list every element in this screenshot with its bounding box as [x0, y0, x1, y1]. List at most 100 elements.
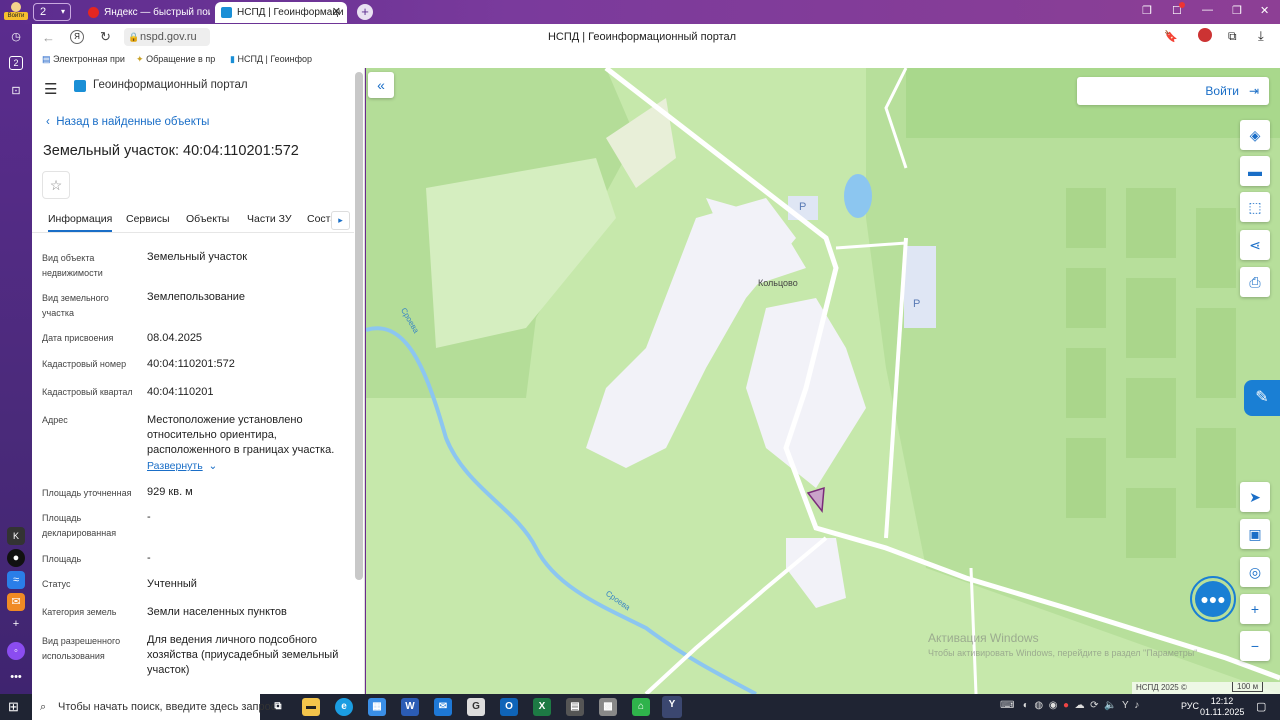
geolocation-button[interactable]: ◎ — [1240, 557, 1270, 587]
bookmark-item[interactable]: ▮ НСПД | Геоинфор — [230, 54, 316, 65]
task-view-icon[interactable]: ⧉ — [269, 698, 287, 716]
add-panel-icon[interactable]: + — [7, 615, 25, 633]
tab-services[interactable]: Сервисы — [126, 213, 170, 225]
value-object-type: Земельный участок — [147, 251, 248, 263]
mail-icon[interactable]: ✉ — [7, 593, 25, 611]
edge-icon[interactable]: e — [335, 698, 353, 716]
more-icon[interactable]: ••• — [7, 668, 25, 686]
favorite-button[interactable]: ☆ — [42, 171, 70, 199]
tray-volume-icon[interactable]: 🔈 — [1104, 700, 1116, 711]
bookmark-icon[interactable]: 🔖 — [1164, 30, 1178, 43]
back-link[interactable]: ‹ Назад в найденные объекты — [46, 116, 209, 128]
kinopoisk-icon[interactable]: K — [7, 527, 25, 545]
url-field[interactable]: 🔒 nspd.gov.ru — [124, 28, 210, 46]
panel-scrollbar[interactable] — [355, 72, 363, 580]
tray-globe-icon[interactable]: ◍ — [1034, 700, 1043, 711]
minimap-button[interactable]: ▣ — [1240, 519, 1270, 549]
tab-counter[interactable]: 2 ▾ — [33, 3, 71, 21]
tray-yandex-icon[interactable]: Y — [1122, 700, 1129, 711]
tabs-scroll-right[interactable]: ▸ — [331, 211, 350, 230]
app-icon[interactable]: G — [467, 698, 485, 716]
bookmark-item[interactable]: ▤ Электронная при — [42, 54, 130, 65]
panel-tabs: Информация Сервисы Объекты Части ЗУ Сост… — [32, 209, 354, 233]
tray-keyboard-icon[interactable]: ⌨ — [1000, 700, 1014, 711]
history-icon[interactable]: ◷ — [7, 28, 25, 46]
label-permitted-use: Вид разрешенного использования — [42, 636, 121, 661]
calculator-icon[interactable]: ▤ — [566, 698, 584, 716]
home-app-icon[interactable]: ⌂ — [632, 698, 650, 716]
reload-icon[interactable]: ↻ — [100, 29, 111, 45]
address-bar: ← Я ↻ 🔒 nspd.gov.ru НСПД | Геоинформацио… — [32, 24, 1280, 52]
tray-sync-icon[interactable]: ⟳ — [1090, 700, 1098, 711]
minimize-icon[interactable]: — — [1202, 4, 1213, 16]
mail-app-icon[interactable]: ✉ — [434, 698, 452, 716]
tray-speaker-icon[interactable]: ♪ — [1134, 700, 1139, 711]
tab-yandex[interactable]: Яндекс — быстрый поиск — [82, 2, 210, 23]
chat-button[interactable]: ●●● — [1190, 576, 1236, 622]
tray-app-icon[interactable]: ◐ — [1023, 700, 1029, 711]
feedback-button[interactable]: ✎ — [1244, 380, 1280, 416]
photo-icon[interactable]: ▩ — [599, 698, 617, 716]
close-window-icon[interactable]: ✕ — [1260, 4, 1269, 17]
print-button[interactable]: ⎙ — [1240, 267, 1270, 297]
tray-antivirus-icon[interactable]: ● — [1063, 700, 1069, 711]
tabs-count-icon[interactable]: 2 — [9, 56, 23, 70]
yandex-browser-icon[interactable]: Y — [662, 696, 682, 718]
bookmark-label: НСПД | Геоинфор — [237, 54, 313, 64]
profile-button[interactable]: Войти — [4, 2, 28, 22]
extension-icon[interactable] — [1198, 28, 1212, 42]
bookmark-label: Электронная при — [53, 54, 125, 64]
info-panel: ☰ Геоинформационный портал ‹ Назад в най… — [32, 68, 365, 694]
word-icon[interactable]: W — [401, 698, 419, 716]
new-tab-button[interactable]: + — [357, 4, 373, 20]
explorer-icon[interactable]: ▬ — [302, 698, 320, 716]
yandex-logo-icon[interactable]: Я — [70, 30, 84, 44]
tab-nspd[interactable]: НСПД | Геоинформаци ✕ — [215, 2, 347, 23]
tab-info[interactable]: Информация — [48, 213, 113, 232]
download-icon[interactable]: ⤓ — [1258, 28, 1264, 44]
back-icon[interactable]: ← — [42, 30, 55, 45]
language-indicator[interactable]: РУС — [1181, 701, 1199, 711]
taskbar-search[interactable]: ⌕ Чтобы начать поиск, введите здесь запр… — [32, 694, 276, 720]
close-icon[interactable]: ✕ — [332, 2, 341, 23]
label-land-category: Категория земель — [42, 607, 117, 617]
layers-button[interactable]: ◈ — [1240, 120, 1270, 150]
select-area-button[interactable]: ⬚ — [1240, 192, 1270, 222]
start-icon[interactable]: ⊞ — [8, 700, 22, 714]
url-text: nspd.gov.ru — [140, 31, 197, 43]
alice-icon[interactable]: ◦ — [7, 642, 25, 660]
locate-button[interactable]: ➤ — [1240, 482, 1270, 512]
music-icon[interactable]: ● — [7, 549, 25, 567]
tab-parts[interactable]: Части ЗУ — [247, 213, 292, 225]
gosuslugi-icon: ▤ — [42, 54, 51, 64]
tabs-icon[interactable]: ❐ — [1142, 4, 1152, 17]
screenshot-icon[interactable]: ⊡ — [7, 82, 25, 100]
clock[interactable]: 12:12 01.11.2025 — [1200, 696, 1244, 718]
tray-cloud-icon[interactable]: ☁ — [1075, 700, 1085, 711]
zoom-in-button[interactable]: + — [1240, 594, 1270, 624]
store-icon[interactable]: ▦ — [368, 698, 386, 716]
notification-center-icon[interactable]: ▢ — [1256, 700, 1266, 713]
map-canvas[interactable]: Кольцово Сроева Сроева P P « Войти ⇥ ◈ ▬… — [366, 68, 1280, 694]
value-parcel-type: Землепользование — [147, 291, 246, 303]
zoom-out-button[interactable]: − — [1240, 631, 1270, 661]
collapse-panel-button[interactable]: « — [368, 72, 394, 98]
measure-button[interactable]: ▬ — [1240, 156, 1270, 186]
maximize-icon[interactable]: ❐ — [1232, 4, 1242, 17]
expand-link[interactable]: Развернуть ⌄ — [147, 460, 217, 472]
notification-icon[interactable]: ☐ — [1172, 2, 1185, 17]
outlook-icon[interactable]: O — [500, 698, 518, 716]
login-bar[interactable]: Войти ⇥ — [1077, 77, 1269, 105]
tab-objects[interactable]: Объекты — [186, 213, 229, 225]
map-footer: НСПД 2025 © 100 м — [1132, 682, 1280, 694]
excel-icon[interactable]: X — [533, 698, 551, 716]
share-button[interactable]: ⋖ — [1240, 230, 1270, 260]
collections-icon[interactable]: ⧉ — [1228, 29, 1237, 44]
menu-icon[interactable]: ☰ — [44, 80, 57, 98]
telemost-icon[interactable]: ≈ — [7, 571, 25, 589]
bookmarks-bar: ▤ Электронная при ✦ Обращение в пр ▮ НСП… — [32, 52, 1280, 68]
value-area-declared: - — [147, 511, 151, 523]
bookmark-item[interactable]: ✦ Обращение в пр — [136, 54, 222, 65]
nspd-icon — [221, 7, 232, 18]
tray-network-icon[interactable]: ◉ — [1049, 700, 1058, 711]
